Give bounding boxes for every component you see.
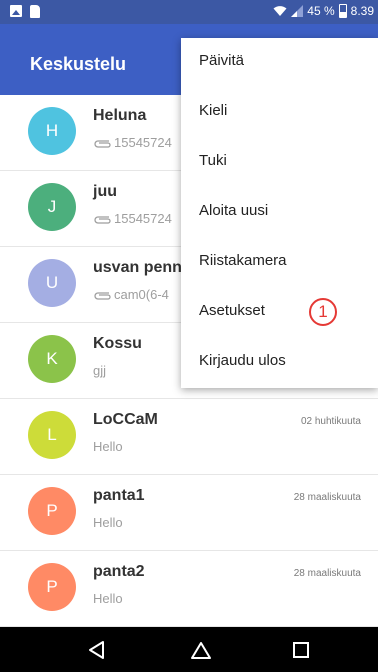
conversation-preview: cam0(6-4 xyxy=(93,287,169,302)
preview-text: Hello xyxy=(93,515,123,530)
recents-icon[interactable] xyxy=(290,639,312,661)
conversation-date: 28 maaliskuuta xyxy=(293,568,361,579)
menu-item-start-new[interactable]: Aloita uusi xyxy=(199,202,268,219)
avatar: P xyxy=(28,563,76,611)
image-icon xyxy=(10,5,22,17)
paperclip-icon xyxy=(94,215,111,224)
back-icon[interactable] xyxy=(86,639,108,661)
conversation-preview: Hello xyxy=(93,439,123,454)
annotation-marker: 1 xyxy=(309,298,337,326)
menu-item-logout[interactable]: Kirjaudu ulos xyxy=(199,352,286,369)
conversation-date: 02 huhtikuuta xyxy=(300,416,361,427)
menu-item-language[interactable]: Kieli xyxy=(199,102,227,119)
battery-icon xyxy=(338,4,347,18)
navigation-bar xyxy=(0,627,378,672)
avatar: U xyxy=(28,259,76,307)
menu-item-support[interactable]: Tuki xyxy=(199,152,227,169)
wifi-icon xyxy=(273,6,287,16)
avatar: L xyxy=(28,411,76,459)
conversation-row[interactable]: L LoCCaM Hello 02 huhtikuuta xyxy=(0,399,378,475)
menu-item-game-camera[interactable]: Riistakamera xyxy=(199,252,287,269)
preview-text: 15545724 xyxy=(114,211,172,226)
menu-item-settings[interactable]: Asetukset xyxy=(199,302,265,319)
preview-text: cam0(6-4 xyxy=(114,287,169,302)
conversation-preview: 15545724 xyxy=(93,135,172,150)
avatar: K xyxy=(28,335,76,383)
battery-percent: 45 % xyxy=(307,4,335,18)
status-bar: 45 % 8.39 xyxy=(0,0,378,24)
conversation-row[interactable]: Ppanta2 Hello 28 maaliskuuta xyxy=(0,551,378,627)
preview-text: Hello xyxy=(93,591,123,606)
home-icon[interactable] xyxy=(190,639,212,661)
preview-text: Hello xyxy=(93,439,123,454)
conversation-preview: 15545724 xyxy=(93,211,172,226)
menu-item-refresh[interactable]: Päivitä xyxy=(199,52,244,69)
conversation-name: usvan penn xyxy=(93,259,182,276)
conversation-name: juu xyxy=(93,183,117,200)
overflow-menu: Päivitä Kieli Tuki Aloita uusi Riistakam… xyxy=(181,38,378,388)
conversation-row[interactable]: Ppanta1 Hello 28 maaliskuuta xyxy=(0,475,378,551)
signal-icon xyxy=(291,5,304,17)
conversation-date: 28 maaliskuuta xyxy=(293,492,361,503)
paperclip-icon xyxy=(94,291,111,300)
conversation-name: panta1 xyxy=(93,487,145,504)
preview-text: gjj xyxy=(93,363,107,378)
avatar: P xyxy=(28,487,76,535)
conversation-preview: Hello xyxy=(93,591,123,606)
conversation-preview: gjj xyxy=(93,363,106,378)
conversation-preview: Hello xyxy=(93,515,123,530)
conversation-name: Kossu xyxy=(93,335,142,352)
avatar: H xyxy=(28,107,76,155)
conversation-name: Heluna xyxy=(93,107,147,124)
preview-text: 15545724 xyxy=(114,135,172,150)
conversation-name: LoCCaM xyxy=(93,411,158,428)
sim-icon xyxy=(30,5,40,18)
avatar: J xyxy=(28,183,76,231)
clock: 8.39 xyxy=(350,4,374,18)
conversation-name: panta2 xyxy=(93,563,145,580)
page-title: Keskustelu xyxy=(30,54,127,74)
paperclip-icon xyxy=(94,139,111,148)
